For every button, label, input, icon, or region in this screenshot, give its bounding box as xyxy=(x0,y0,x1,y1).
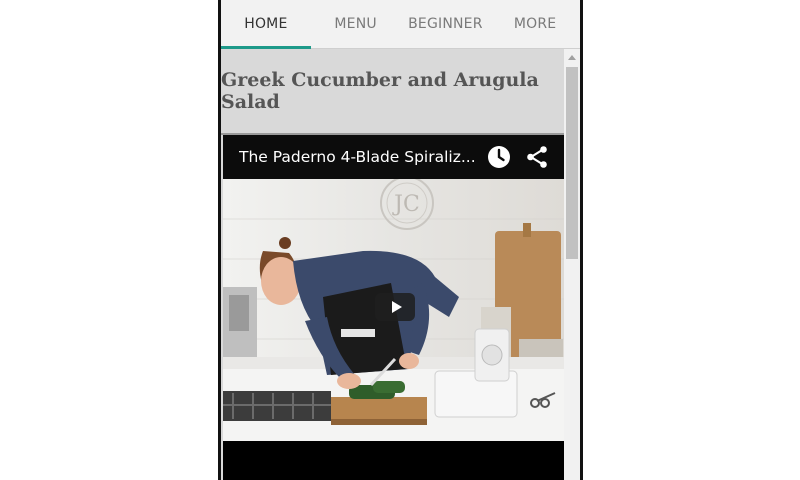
tab-home[interactable]: HOME xyxy=(221,0,311,49)
scroll-thumb[interactable] xyxy=(566,67,578,259)
tab-more[interactable]: MORE xyxy=(490,0,580,48)
svg-text:JC: JC xyxy=(392,192,420,217)
recipe-title: Greek Cucumber and Arugula Salad xyxy=(221,69,539,113)
video-header: The Paderno 4-Blade Spiraliz... xyxy=(223,135,564,179)
play-icon xyxy=(391,301,402,313)
clock-icon[interactable] xyxy=(487,145,511,169)
content-area: Greek Cucumber and Arugula Salad The Pad… xyxy=(221,49,564,480)
top-tab-bar: HOME MENU BEGINNER MORE xyxy=(221,0,580,49)
arrow-up-icon xyxy=(568,54,576,60)
video-letterbox xyxy=(223,441,564,480)
tab-menu[interactable]: MENU xyxy=(311,0,401,48)
scrollbar[interactable] xyxy=(564,49,580,480)
device-bezel-right xyxy=(580,0,583,480)
play-button[interactable] xyxy=(375,293,415,321)
tab-beginner[interactable]: BEGINNER xyxy=(401,0,491,48)
video-player[interactable]: The Paderno 4-Blade Spiraliz... JC xyxy=(223,135,564,480)
share-icon[interactable] xyxy=(525,145,549,169)
video-title[interactable]: The Paderno 4-Blade Spiraliz... xyxy=(239,148,474,166)
scroll-up-button[interactable] xyxy=(564,49,580,65)
